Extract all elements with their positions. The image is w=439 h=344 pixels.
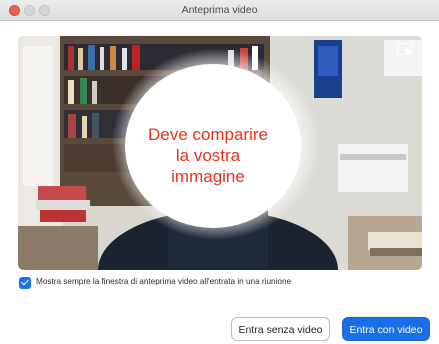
video-preview: Deve comparire la vostra immagine <box>18 36 422 270</box>
placeholder-line-2: la vostra immagine <box>171 146 245 186</box>
title-bar: Anteprima video <box>0 0 439 21</box>
always-show-preview-checkbox[interactable] <box>19 277 31 289</box>
join-with-video-button[interactable]: Entra con video <box>342 317 430 341</box>
video-settings-icon[interactable] <box>397 43 413 55</box>
always-show-preview-label: Mostra sempre la finestra di anteprima v… <box>36 277 292 286</box>
window-title: Anteprima video <box>181 4 258 16</box>
join-without-video-button[interactable]: Entra senza video <box>231 317 330 341</box>
placeholder-text: Deve comparire la vostra immagine <box>138 124 278 187</box>
placeholder-line-1: Deve comparire <box>148 125 268 144</box>
